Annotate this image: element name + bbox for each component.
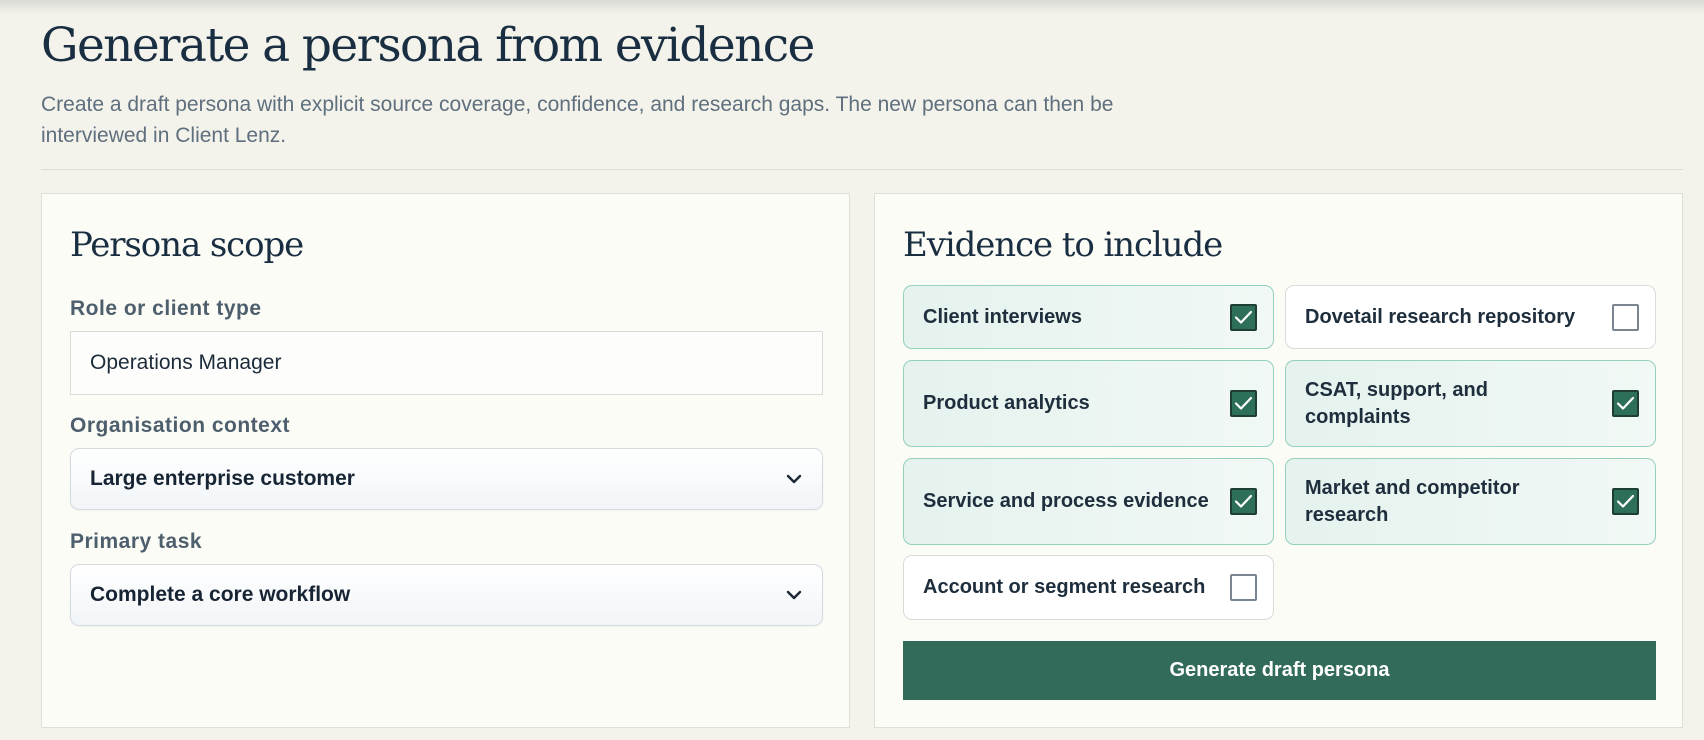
evidence-option-label: Dovetail research repository <box>1305 305 1576 328</box>
header-divider <box>41 169 1683 170</box>
evidence-option-label: Market and competitor research <box>1305 476 1520 526</box>
evidence-option-client-interviews[interactable]: Client interviews <box>903 285 1274 349</box>
evidence-option-label: Client interviews <box>923 305 1082 328</box>
evidence-checkbox[interactable] <box>1612 390 1639 417</box>
evidence-checkbox[interactable] <box>1230 574 1257 601</box>
checkmark-icon <box>1234 310 1253 324</box>
checkmark-icon <box>1616 396 1635 410</box>
chevron-down-icon <box>786 590 802 600</box>
organisation-label: Organisation context <box>70 414 291 437</box>
role-label: Role or client type <box>70 297 262 320</box>
evidence-option-dovetail-repository[interactable]: Dovetail research repository <box>1285 285 1656 349</box>
page: Generate a persona from evidence Create … <box>41 0 1683 740</box>
evidence-option-label: CSAT, support, and complaints <box>1305 378 1488 428</box>
generate-draft-persona-button[interactable]: Generate draft persona <box>903 641 1656 700</box>
primary-task-label: Primary task <box>70 530 203 553</box>
evidence-option-csat-support[interactable]: CSAT, support, and complaints <box>1285 360 1656 447</box>
evidence-option-label: Product analytics <box>923 392 1090 414</box>
role-input[interactable] <box>70 331 823 395</box>
evidence-panel: Evidence to include Client interviews Do… <box>874 193 1683 728</box>
evidence-option-label: Account or segment research <box>923 576 1206 598</box>
evidence-option-product-analytics[interactable]: Product analytics <box>903 360 1274 447</box>
organisation-select[interactable]: Large enterprise customer <box>70 448 823 510</box>
evidence-option-market-competitor[interactable]: Market and competitor research <box>1285 458 1656 545</box>
evidence-checkbox[interactable] <box>1230 303 1257 331</box>
evidence-option-label: Service and process evidence <box>923 490 1209 512</box>
evidence-checkbox[interactable] <box>1612 303 1639 331</box>
page-description: Create a draft persona with explicit sou… <box>41 93 1114 147</box>
organisation-select-value: Large enterprise customer <box>90 467 355 490</box>
primary-task-select-value: Complete a core workflow <box>90 583 351 606</box>
checkmark-icon <box>1234 494 1253 508</box>
checkmark-icon <box>1234 396 1253 410</box>
checkmark-icon <box>1616 494 1635 508</box>
primary-task-select[interactable]: Complete a core workflow <box>70 564 823 626</box>
evidence-checkbox[interactable] <box>1230 488 1257 515</box>
evidence-title: Evidence to include <box>903 225 1223 265</box>
persona-scope-title: Persona scope <box>70 225 304 265</box>
evidence-checkbox[interactable] <box>1230 390 1257 417</box>
evidence-option-account-segment[interactable]: Account or segment research <box>903 555 1274 620</box>
page-title: Generate a persona from evidence <box>41 18 815 73</box>
evidence-checkbox[interactable] <box>1612 488 1639 515</box>
persona-scope-panel: Persona scope Role or client type Organi… <box>41 193 850 728</box>
chevron-down-icon <box>786 474 802 484</box>
evidence-option-service-process[interactable]: Service and process evidence <box>903 458 1274 545</box>
